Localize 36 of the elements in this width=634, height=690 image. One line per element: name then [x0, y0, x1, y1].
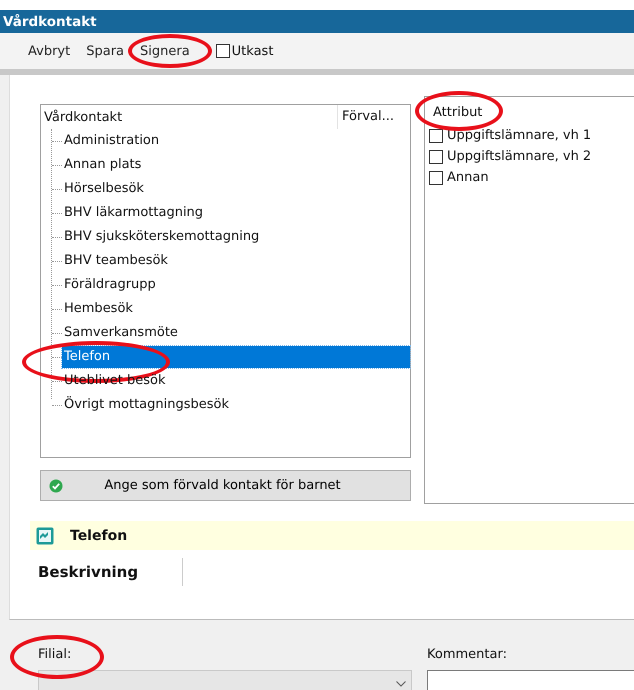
- branch-dropdown[interactable]: [38, 670, 412, 690]
- description-label: Beskrivning: [38, 563, 140, 581]
- checkbox[interactable]: [429, 150, 443, 164]
- tree-item[interactable]: Telefon: [62, 346, 410, 368]
- toolbar-button[interactable]: Spara: [80, 42, 130, 60]
- comment-field[interactable]: [427, 670, 634, 690]
- contact-icon: [36, 526, 54, 544]
- tree-item[interactable]: Annan plats: [62, 154, 144, 176]
- checkbox-label: Uppgiftslämnare, vh 1: [447, 128, 592, 143]
- check-icon: [49, 478, 63, 492]
- set-default-button[interactable]: Ange som förvald kontakt för barnet: [40, 470, 411, 501]
- tree-item[interactable]: Hembesök: [62, 298, 135, 320]
- panel-title: Attribut: [433, 105, 482, 120]
- column-header[interactable]: Förval...: [337, 105, 410, 129]
- toolbar-button[interactable]: Avbryt: [22, 42, 76, 60]
- tree-item[interactable]: Övrigt mottagningsbesök: [62, 394, 232, 416]
- field-label: Filial:: [38, 647, 72, 664]
- tree-item[interactable]: Samverkansmöte: [62, 322, 180, 344]
- chevron-down-icon: [396, 681, 406, 687]
- checkbox[interactable]: [429, 170, 443, 184]
- tree-item[interactable]: Hörselbesök: [62, 178, 146, 200]
- toolbar-button[interactable]: Signera: [134, 42, 196, 60]
- tree-item[interactable]: Administration: [62, 130, 162, 152]
- window-title: Vårdkontakt: [3, 14, 97, 30]
- tree-item[interactable]: BHV teambesök: [62, 250, 170, 272]
- field-label: Kommentar:: [427, 647, 507, 664]
- detail-title: Telefon: [70, 528, 128, 544]
- tree-item[interactable]: BHV sjuksköterskemottagning: [62, 226, 262, 248]
- tree-item[interactable]: BHV läkarmottagning: [62, 202, 206, 224]
- checkbox[interactable]: [429, 128, 443, 142]
- checkbox[interactable]: [216, 44, 230, 58]
- column-header[interactable]: Vårdkontakt: [41, 110, 337, 124]
- checkbox-label: Annan: [447, 170, 489, 185]
- tree-item[interactable]: Föräldragrupp: [62, 274, 158, 296]
- checkbox-label: Uppgiftslämnare, vh 2: [447, 149, 592, 164]
- checkbox-label: Utkast: [232, 44, 274, 58]
